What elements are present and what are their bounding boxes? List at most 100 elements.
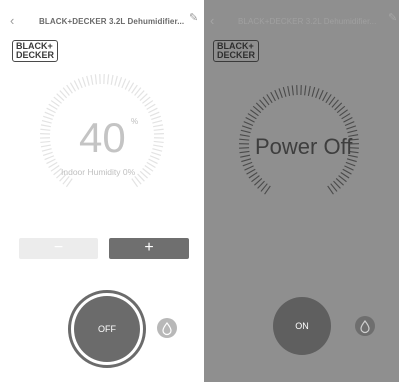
indoor-humidity-label: Indoor Humidity 0% [61,167,136,177]
dial-tick [255,102,264,111]
dial-tick [239,150,250,154]
dial-tick [46,107,56,114]
dial-tick [241,125,252,130]
dial-tick [149,155,160,161]
dial-tick [307,85,311,96]
dial-tick [50,165,60,172]
dial-tick [247,113,257,120]
dial-tick [339,109,348,117]
dial-tick [42,151,53,156]
dial-tick [48,103,58,110]
dial-tick [69,82,77,92]
dial-tick [40,144,51,148]
dial-tick [347,129,358,134]
dial-tick [43,115,53,121]
dial-tick [274,89,280,100]
dial-tick [127,82,135,92]
dial-tick [330,183,338,192]
dial-tick [333,180,341,189]
dial-tick [44,155,55,161]
dial-tick [270,91,276,102]
dial-tick [338,175,347,183]
dial-tick [152,119,163,124]
dial-tick [121,78,127,89]
increase-button[interactable]: + [109,238,189,259]
device-title: BLACK+DECKER 3.2L Dehumidifier... [238,17,377,26]
dial-tick [240,129,251,134]
brand-logo: BLACK+ DECKER [12,40,59,62]
dial-tick [239,138,250,141]
dial-tick [243,121,254,127]
dial-tick [318,89,324,100]
dial-tick [131,178,139,188]
dial-tick [152,148,163,152]
dial-tick [342,168,352,175]
dial-tick [244,165,254,171]
dial-tick [341,113,351,120]
dial-tick [86,75,90,86]
power-button[interactable]: ON [273,297,331,355]
dial-tick [328,96,336,106]
dial-tick [131,84,138,94]
dial-tick [110,74,114,85]
drop-icon[interactable] [157,318,177,338]
decrease-button[interactable]: − [19,238,98,259]
dial-tick [144,100,154,107]
dial-tick [50,100,60,107]
device-title: BLACK+DECKER 3.2L Dehumidifier... [39,17,185,26]
dial-tick [151,115,161,121]
dial-tick [340,172,350,179]
dial-tick [246,168,256,175]
back-icon[interactable]: ‹ [210,14,214,27]
brand-logo: BLACK+ DECKER [213,40,260,62]
dial-tick [153,140,164,144]
dial-tick [251,175,260,183]
dial-tick [240,154,251,158]
dial-tick [278,88,283,99]
dial-tick [146,161,156,168]
dial-tick [44,111,55,117]
dial-tick [257,180,265,189]
dial-tick [153,124,164,128]
dial-tick [336,105,346,114]
dial-tick [287,85,291,96]
edit-icon[interactable]: ✎ [388,13,397,24]
dial-tick [260,183,268,192]
dial-tick [40,124,51,128]
dial-tick [144,165,154,172]
dial-tick [106,74,110,85]
dial-tick [331,99,339,108]
dial-tick [40,128,51,131]
dial-tick [241,158,252,163]
dial-tick [81,76,87,87]
dial-tick [41,148,52,152]
dial-tick [345,161,356,167]
dial-tick [335,178,344,186]
dial-tick [90,74,94,85]
dial-tick [151,151,162,156]
dial-tick [325,94,332,104]
humidity-value: 40 [79,114,126,161]
dial-tick [124,80,131,90]
edit-icon[interactable]: ✎ [189,13,198,24]
dial-tick [266,94,273,104]
dial-tick [66,84,73,94]
back-icon[interactable]: ‹ [10,14,14,27]
dial-tick [344,121,355,127]
dial-tick [153,128,164,131]
dial-tick [334,102,343,111]
dial-tick [282,86,287,97]
humidity-unit: % [131,117,139,126]
dial-tick [252,105,262,114]
dial-tick [114,75,118,86]
dial-tick [242,161,253,167]
power-button[interactable]: OFF [74,296,140,362]
dial-tick [291,85,294,96]
dial-tick [245,117,255,123]
dial-tick [65,178,73,188]
logo-line-2: DECKER [16,50,55,60]
drop-icon[interactable] [355,316,375,336]
dial-tick [40,140,51,144]
dial-tick [41,119,52,124]
dial-tick [344,165,354,171]
